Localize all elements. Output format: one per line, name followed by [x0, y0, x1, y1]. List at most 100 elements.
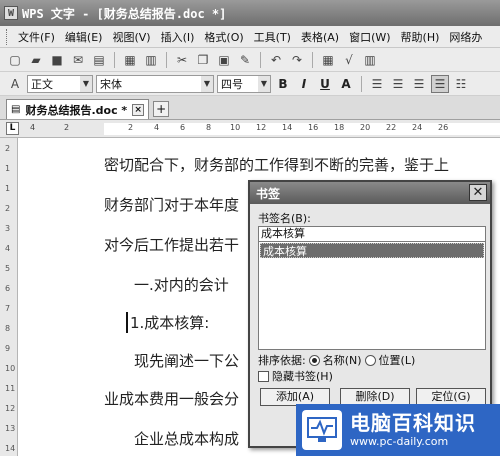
hidden-bookmarks-option: 隐藏书签(H) [258, 368, 333, 384]
document-line[interactable]: 密切配合下，财务部的工作得到不断的完善，鉴于上 [104, 154, 449, 175]
ruler-number: 18 [334, 123, 345, 132]
align-right-icon[interactable]: ☰ [410, 75, 428, 93]
new-tab-icon[interactable]: + [153, 101, 170, 117]
document-line[interactable]: 一.对内的会计 [134, 274, 229, 295]
distribute-icon[interactable]: ☷ [452, 75, 470, 93]
document-line[interactable]: 企业总成本构成 [134, 428, 239, 449]
hidden-bookmarks-checkbox[interactable] [258, 370, 269, 382]
underline-button[interactable]: U [316, 75, 334, 93]
menu-tools[interactable]: 工具(T) [249, 29, 296, 45]
chevron-down-icon[interactable]: ▼ [258, 75, 270, 92]
vruler-number: 1 [5, 184, 11, 193]
monitor-pulse-icon [302, 410, 342, 450]
sort-by-name-radio[interactable] [308, 354, 320, 366]
bold-button[interactable]: B [274, 75, 292, 93]
vruler-number: 5 [5, 264, 11, 273]
print-preview-icon[interactable]: ▤ [90, 51, 108, 69]
save-icon[interactable]: ■ [48, 51, 66, 69]
menu-table[interactable]: 表格(A) [296, 29, 344, 45]
ruler-number: 2 [64, 123, 70, 132]
font-size-value: 四号 [221, 77, 243, 91]
font-select-value: 宋体 [100, 77, 122, 91]
hidden-bookmarks-label[interactable]: 隐藏书签(H) [272, 368, 333, 384]
dialog-title-bar[interactable]: 书签 ✕ [250, 182, 490, 204]
menu-file[interactable]: 文件(F) [13, 29, 60, 45]
align-left-icon[interactable]: ☰ [368, 75, 386, 93]
vruler-number: 2 [5, 144, 11, 153]
chevron-down-icon[interactable]: ▼ [80, 75, 92, 92]
vruler-number: 7 [5, 304, 11, 313]
font-size-select[interactable]: 四号 ▼ [217, 74, 271, 93]
ruler-number: 20 [360, 123, 371, 132]
new-document-icon[interactable]: ▢ [6, 51, 24, 69]
menu-view[interactable]: 视图(V) [107, 29, 155, 45]
menu-insert[interactable]: 插入(I) [156, 29, 200, 45]
preview-icon[interactable]: ▥ [142, 51, 160, 69]
formatting-toolbar: A 正文 ▼ 宋体 ▼ 四号 ▼ B I U A ☰ ☰ ☰ ☰ ☷ [0, 72, 500, 96]
vruler-number: 8 [5, 324, 11, 333]
tab-financial-report[interactable]: ▤ 财务总结报告.doc * × [6, 99, 150, 119]
formula-icon[interactable]: √ [340, 51, 358, 69]
title-bar: W WPS 文字 - [财务总结报告.doc *] [0, 0, 500, 26]
menu-format[interactable]: 格式(O) [199, 29, 248, 45]
redo-icon[interactable]: ↷ [288, 51, 306, 69]
print-icon[interactable]: ▦ [121, 51, 139, 69]
mail-icon[interactable]: ✉ [69, 51, 87, 69]
window-title: WPS 文字 - [财务总结报告.doc *] [22, 6, 227, 21]
menu-help[interactable]: 帮助(H) [396, 29, 445, 45]
chevron-down-icon[interactable]: ▼ [201, 75, 213, 92]
menu-window[interactable]: 窗口(W) [344, 29, 395, 45]
vruler-number: 13 [5, 424, 16, 433]
vruler-number: 11 [5, 384, 16, 393]
font-select[interactable]: 宋体 ▼ [96, 74, 214, 93]
align-center-icon[interactable]: ☰ [389, 75, 407, 93]
table-icon[interactable]: ▦ [319, 51, 337, 69]
document-line[interactable]: 财务部门对于本年度 [104, 194, 239, 215]
menu-edit[interactable]: 编辑(E) [60, 29, 108, 45]
site-watermark: 电脑百科知识 www.pc-daily.com [296, 404, 500, 456]
vertical-ruler[interactable]: 2 1 1 2 3 4 5 6 7 8 9 10 11 12 13 14 [0, 138, 18, 456]
bookmark-name-input[interactable]: 成本核算 [258, 226, 486, 242]
paste-icon[interactable]: ▣ [215, 51, 233, 69]
separator [166, 51, 167, 68]
sort-by-position-radio[interactable] [364, 354, 376, 366]
watermark-url: www.pc-daily.com [350, 435, 449, 448]
copy-icon[interactable]: ❐ [194, 51, 212, 69]
document-line[interactable]: 业成本费用一般会分 [104, 388, 239, 409]
justify-icon[interactable]: ☰ [431, 74, 449, 93]
sort-by-position-label[interactable]: 位置(L) [379, 352, 416, 368]
sort-label: 排序依据: [258, 354, 306, 367]
undo-icon[interactable]: ↶ [267, 51, 285, 69]
bookmark-list[interactable]: 成本核算 [258, 242, 486, 350]
list-item[interactable]: 成本核算 [260, 243, 484, 258]
separator [260, 51, 261, 68]
ruler-number: 8 [206, 123, 212, 132]
font-color-button[interactable]: A [337, 75, 355, 93]
open-folder-icon[interactable]: ▰ [27, 51, 45, 69]
style-select[interactable]: 正文 ▼ [27, 74, 93, 93]
chart-icon[interactable]: ▥ [361, 51, 379, 69]
close-icon[interactable]: × [132, 103, 145, 116]
grip-handle[interactable] [6, 28, 9, 45]
ruler-number: 22 [386, 123, 397, 132]
vruler-number: 9 [5, 344, 11, 353]
vruler-number: 14 [5, 444, 16, 453]
sort-options: 排序依据: 名称(N) 位置(L) [258, 352, 415, 368]
ruler-number: 2 [128, 123, 134, 132]
tab-stop-selector[interactable]: L [6, 122, 19, 135]
document-line[interactable]: 对今后工作提出若干 [104, 234, 239, 255]
styles-pane-icon[interactable]: A [6, 75, 24, 93]
italic-button[interactable]: I [295, 75, 313, 93]
close-icon[interactable]: ✕ [469, 184, 487, 201]
document-line[interactable]: 1.成本核算: [126, 312, 209, 333]
format-painter-icon[interactable]: ✎ [236, 51, 254, 69]
ruler-number: 16 [308, 123, 319, 132]
document-line[interactable]: 现先阐述一下公 [134, 350, 239, 371]
document-tab-bar: ▤ 财务总结报告.doc * × + [0, 96, 500, 120]
ruler-number: 12 [256, 123, 267, 132]
horizontal-ruler[interactable]: L 4 2 2 4 6 8 10 12 14 16 18 20 22 24 26 [0, 120, 500, 138]
cut-icon[interactable]: ✂ [173, 51, 191, 69]
sort-by-name-label[interactable]: 名称(N) [323, 352, 362, 368]
separator [114, 51, 115, 68]
menu-online[interactable]: 网络办 [444, 29, 487, 45]
